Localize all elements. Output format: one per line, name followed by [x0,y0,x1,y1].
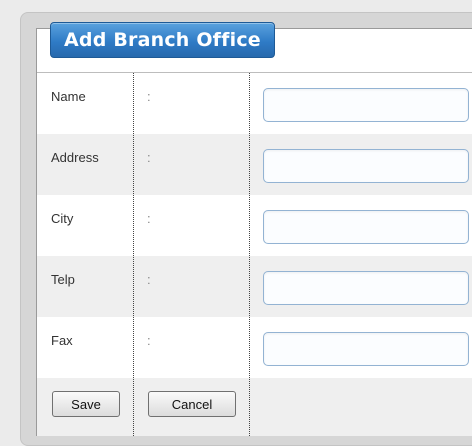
form-row-city: City : [37,195,472,256]
form-row-address: Address : [37,134,472,195]
address-separator: : [147,150,151,165]
form-title: Add Branch Office [50,22,275,58]
name-input[interactable] [263,88,469,122]
column-divider-right [249,73,250,436]
form-row-telp: Telp : [37,256,472,317]
fax-input[interactable] [263,332,469,366]
telp-separator: : [147,272,151,287]
form-row-fax: Fax : [37,317,472,378]
name-label: Name [51,89,86,104]
save-button[interactable]: Save [52,391,120,417]
column-divider-left [133,73,134,436]
form-row-name: Name : [37,73,472,134]
city-separator: : [147,211,151,226]
telp-label: Telp [51,272,75,287]
fax-label: Fax [51,333,73,348]
cancel-button[interactable]: Cancel [148,391,236,417]
address-input[interactable] [263,149,469,183]
city-label: City [51,211,74,226]
name-separator: : [147,89,151,104]
address-label: Address [51,150,99,165]
fax-separator: : [147,333,151,348]
city-input[interactable] [263,210,469,244]
telp-input[interactable] [263,271,469,305]
